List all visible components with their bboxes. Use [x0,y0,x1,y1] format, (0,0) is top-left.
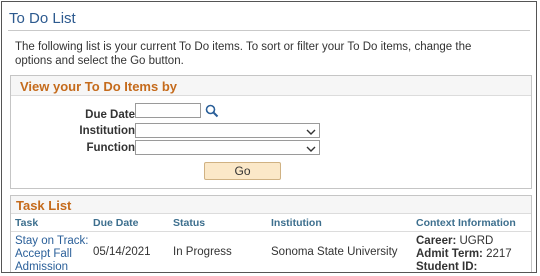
filter-header: View your To Do Items by [11,76,531,96]
task-list-header: Task List [11,196,531,214]
header-divider [11,231,531,232]
task-link[interactable]: Stay on Track: Accept Fall Admission [15,235,89,272]
function-label: Function [86,142,135,154]
chevron-down-icon [305,125,317,137]
task-link-line[interactable]: Accept Fall [15,248,89,261]
column-header-institution[interactable]: Institution [271,217,322,229]
due-date-cell: 05/14/2021 [93,246,151,258]
due-date-input[interactable] [135,103,201,118]
admit-term-value: 2217 [486,248,512,260]
go-button[interactable]: Go [204,162,281,180]
column-header-due-date[interactable]: Due Date [93,217,139,229]
due-date-label: Due Date [85,109,135,121]
student-id-label: Student ID: [416,261,478,273]
task-list-panel: Task List Task Due Date Status Instituti… [10,195,532,273]
status-cell: In Progress [173,246,232,258]
institution-label: Institution [79,125,135,137]
column-header-context[interactable]: Context Information [416,217,516,229]
admit-term-label: Admit Term: [416,248,483,260]
function-select[interactable] [135,140,320,155]
career-label: Career: [416,235,457,247]
title-divider [8,30,530,31]
magnifying-glass-icon[interactable] [205,104,219,118]
intro-text: The following list is your current To Do… [15,41,472,67]
institution-cell: Sonoma State University [271,246,398,258]
chevron-down-icon [305,142,317,154]
task-link-line[interactable]: Stay on Track: [15,235,89,248]
page-title: To Do List [9,10,76,27]
column-header-status[interactable]: Status [173,217,205,229]
filter-group: View your To Do Items by Due Date Instit… [10,75,532,189]
task-link-line[interactable]: Admission [15,261,89,272]
institution-select[interactable] [135,123,320,138]
todo-list-page: To Do List The following list is your cu… [1,1,537,273]
career-value: UGRD [459,235,494,247]
column-header-task[interactable]: Task [15,217,38,229]
context-info-cell: Career: UGRD Admit Term: 2217 Student ID… [416,235,512,273]
